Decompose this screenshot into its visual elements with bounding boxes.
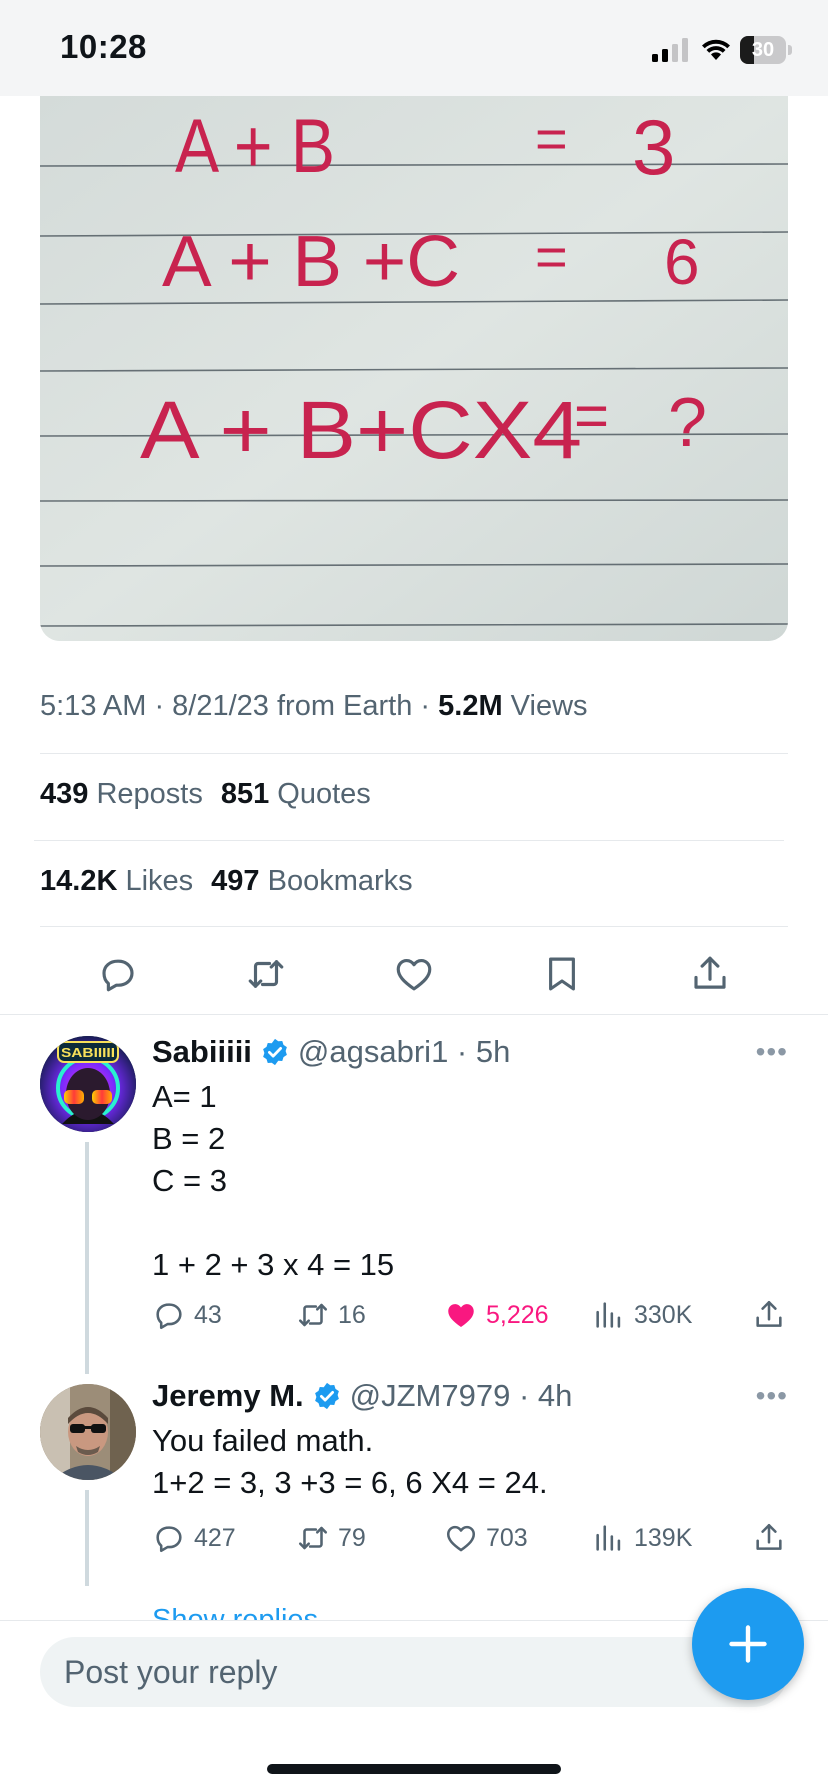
likes-stat[interactable]: 14.2K Likes — [40, 865, 193, 897]
equation-1-lhs: A + B — [175, 104, 335, 189]
status-bar: 10:28 30 — [0, 0, 828, 96]
reply-icon — [156, 1526, 182, 1553]
avatar-text: SABIIIII — [61, 1045, 115, 1060]
reply-action-bar: 43 16 5,226 330K — [0, 1295, 828, 1335]
avatar[interactable]: SABIIIII — [40, 1036, 136, 1132]
tweet-timestamp: 5:13 AM · 8/21/23 from Earth · — [40, 690, 439, 722]
verified-badge-icon — [263, 1038, 287, 1066]
repost-count: 79 — [338, 1523, 366, 1552]
likes-count: 14.2K — [40, 865, 118, 897]
repost-count: 16 — [338, 1300, 366, 1329]
reply-icon — [102, 959, 134, 992]
repost-icon — [298, 1526, 328, 1550]
bookmarks-count: 497 — [211, 865, 260, 897]
divider — [40, 753, 788, 754]
reply-author-name[interactable]: Jeremy M. — [152, 1378, 304, 1414]
repost-button[interactable]: 16 — [296, 1295, 366, 1335]
like-count: 703 — [486, 1523, 528, 1552]
share-button[interactable] — [682, 946, 738, 1002]
like-icon — [396, 958, 432, 991]
plus-icon — [729, 1625, 767, 1663]
share-button[interactable] — [752, 1295, 794, 1335]
equation-3-rhs: ? — [668, 383, 707, 461]
reply-button[interactable]: 43 — [152, 1295, 222, 1335]
views-count: 5.2M — [438, 690, 503, 722]
reply-input[interactable] — [40, 1637, 788, 1707]
divider — [0, 1014, 828, 1015]
repost-icon — [248, 960, 284, 988]
quotes-label: Quotes — [269, 778, 371, 810]
views-button[interactable]: 139K — [592, 1518, 692, 1558]
views-label: Views — [502, 690, 588, 722]
battery-icon: 30 — [740, 36, 792, 64]
views-button[interactable]: 330K — [592, 1295, 692, 1335]
equation-2-eq: = — [535, 225, 568, 288]
more-options-button[interactable]: ••• — [756, 1380, 788, 1412]
likes-bookmarks-row: 14.2K Likes 497 Bookmarks — [40, 865, 413, 898]
cellular-signal-icon — [652, 38, 688, 62]
divider — [40, 926, 788, 927]
views-count: 139K — [634, 1523, 693, 1552]
reply-button[interactable] — [90, 946, 146, 1002]
reply-count: 43 — [194, 1300, 222, 1329]
reposts-label: Reposts — [88, 778, 203, 810]
reply-handle[interactable]: @agsabri1 · 5h — [298, 1034, 510, 1070]
equation-3-eq: = — [574, 382, 609, 449]
divider — [34, 840, 784, 841]
heart-filled-icon — [448, 1304, 474, 1328]
reply-icon — [156, 1303, 182, 1330]
tweet-meta: 5:13 AM · 8/21/23 from Earth · 5.2M View… — [40, 690, 588, 723]
equation-3-lhs: A + B+CX4 — [140, 385, 582, 476]
reply-header: Sabiiiii @agsabri1 · 5h — [152, 1034, 510, 1070]
equation-1-rhs: 3 — [632, 103, 675, 191]
reply-handle[interactable]: @JZM7979 · 4h — [350, 1378, 573, 1414]
share-icon — [756, 1300, 782, 1327]
like-icon — [446, 1525, 476, 1552]
repost-icon — [298, 1303, 328, 1327]
more-options-button[interactable]: ••• — [756, 1036, 788, 1068]
home-indicator[interactable] — [267, 1764, 561, 1774]
reply-text: You failed math. 1+2 = 3, 3 +3 = 6, 6 X4… — [152, 1423, 548, 1500]
bookmarks-label: Bookmarks — [259, 865, 413, 897]
tweet-action-bar — [0, 946, 828, 1002]
like-button[interactable]: 703 — [444, 1518, 528, 1558]
avatar[interactable] — [40, 1384, 136, 1480]
thread-line — [85, 1142, 89, 1374]
status-time: 10:28 — [60, 28, 147, 65]
like-button[interactable] — [386, 946, 442, 1002]
analytics-icon — [596, 1525, 621, 1551]
reply-button[interactable]: 427 — [152, 1518, 236, 1558]
reposts-count: 439 — [40, 778, 89, 810]
verified-badge-icon — [314, 1382, 339, 1410]
equation-2-lhs: A + B +C — [162, 222, 460, 302]
reposts-quotes-row: 439 Reposts 851 Quotes — [40, 778, 371, 811]
views-count: 330K — [634, 1300, 693, 1329]
reply-header: Jeremy M. @JZM7979 · 4h — [152, 1378, 572, 1414]
share-icon — [694, 956, 726, 989]
like-count: 5,226 — [486, 1300, 549, 1329]
likes-label: Likes — [117, 865, 194, 897]
share-icon — [756, 1523, 782, 1550]
tweet-image[interactable]: A + B = 3 A + B +C = 6 A + B+CX4 = ? — [40, 96, 788, 641]
like-button[interactable]: 5,226 — [444, 1295, 549, 1335]
reply-author-name[interactable]: Sabiiiii — [152, 1034, 252, 1070]
quotes-count: 851 — [220, 778, 270, 810]
equation-2-rhs: 6 — [664, 226, 700, 298]
quotes-stat[interactable]: 851 Quotes — [221, 778, 371, 810]
repost-button[interactable] — [238, 946, 294, 1002]
share-button[interactable] — [752, 1518, 794, 1558]
compose-button[interactable] — [692, 1588, 804, 1700]
battery-percent: 30 — [751, 39, 775, 61]
reply-count: 427 — [194, 1523, 236, 1552]
repost-button[interactable]: 79 — [296, 1518, 366, 1558]
equation-1-eq: = — [535, 107, 568, 170]
wifi-icon — [702, 39, 730, 60]
bookmark-icon — [549, 957, 575, 991]
bookmarks-stat[interactable]: 497 Bookmarks — [211, 865, 413, 897]
bookmark-button[interactable] — [534, 946, 590, 1002]
reply-action-bar: 427 79 703 139K — [0, 1518, 828, 1558]
reply-text: A= 1 B = 2 C = 3 1 + 2 + 3 x 4 = 15 — [152, 1079, 395, 1282]
reposts-stat[interactable]: 439 Reposts — [40, 778, 203, 810]
analytics-icon — [596, 1302, 621, 1328]
